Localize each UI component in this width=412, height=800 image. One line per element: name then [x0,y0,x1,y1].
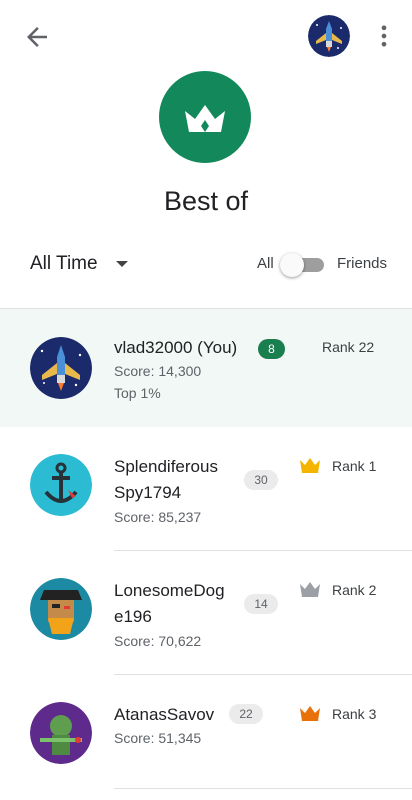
toggle-friends-label: Friends [337,255,388,272]
rank-label: Rank 2 [332,582,377,598]
rank-label: Rank 1 [332,458,377,474]
all-friends-toggle[interactable] [280,253,326,277]
profile-avatar[interactable] [308,15,350,57]
more-options-button[interactable] [370,22,398,50]
crown-icon [300,581,320,602]
crown-icon [185,105,225,132]
player-score: Score: 51,345 [114,730,202,746]
avatar [30,578,92,640]
player-score: Score: 85,237 [114,509,202,525]
player-name-line: LonesomeDog [114,581,225,600]
avatar [30,337,92,399]
page-title: Best of [163,186,249,216]
rank-label: Rank 22 [322,339,375,355]
player-score: Score: 14,300 [114,363,202,379]
level-badge: 30 [244,470,278,490]
player-name-line: Splendiferous [114,457,218,476]
back-button[interactable] [22,22,52,52]
player-percentile: Top 1% [114,385,161,401]
divider [114,788,412,789]
dropdown-arrow-icon [115,261,128,267]
avatar [30,454,92,516]
player-name: AtanasSavov [114,705,215,724]
level-badge: 14 [244,594,278,614]
leaderboard-badge [159,71,251,163]
level-badge: 22 [229,704,263,724]
time-filter-dropdown[interactable]: All Time [30,250,128,278]
rank-label: Rank 3 [332,706,377,722]
crown-icon [300,705,320,726]
toggle-knob [280,253,304,277]
more-vert-icon [381,25,387,47]
player-name-line: Spy1794 [114,483,182,502]
level-badge: 8 [258,339,285,359]
arrow-left-icon [27,27,47,47]
avatar [30,702,92,764]
leaderboard-row[interactable]: LonesomeDog e196 14 Rank 2 Score: 70,622 [0,551,412,675]
leaderboard-row[interactable]: AtanasSavov 22 Rank 3 Score: 51,345 [0,675,412,789]
toggle-all-label: All [257,255,274,272]
crown-icon [300,457,320,478]
player-name-line: e196 [114,607,152,626]
time-filter-label: All Time [30,253,98,274]
leaderboard-row-you[interactable]: vlad32000 (You) 8 Rank 22 Score: 14,300 … [0,309,412,427]
player-score: Score: 70,622 [114,633,202,649]
leaderboard-row[interactable]: Splendiferous Spy1794 30 Rank 1 Score: 8… [0,427,412,551]
player-name: vlad32000 (You) [114,338,238,357]
